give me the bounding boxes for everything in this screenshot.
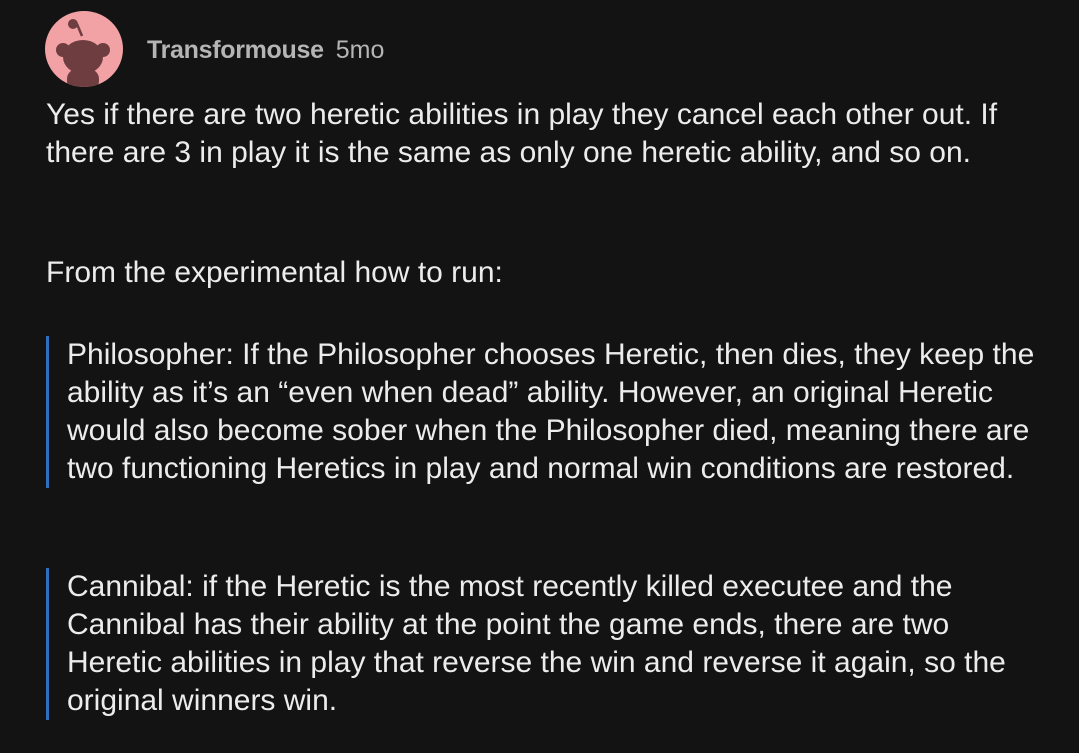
blockquote-text: Philosopher: If the Philosopher chooses … bbox=[67, 338, 1035, 485]
reddit-snoo-avatar-icon bbox=[56, 19, 110, 87]
comment-paragraph: From the experimental how to run: bbox=[46, 256, 503, 289]
comment-age: 5mo bbox=[335, 35, 385, 64]
comment-paragraph: Yes if there are two heretic abilities i… bbox=[46, 98, 998, 169]
blockquote: Philosopher: If the Philosopher chooses … bbox=[46, 336, 1047, 488]
username[interactable]: Transformouse bbox=[147, 36, 324, 65]
comment-meta: Transformouse 5mo bbox=[147, 36, 384, 65]
blockquote: Cannibal: if the Heretic is the most rec… bbox=[46, 568, 1047, 720]
comment-header: Transformouse 5mo bbox=[45, 11, 384, 87]
avatar[interactable] bbox=[45, 11, 123, 87]
blockquote-text: Cannibal: if the Heretic is the most rec… bbox=[67, 570, 1006, 717]
